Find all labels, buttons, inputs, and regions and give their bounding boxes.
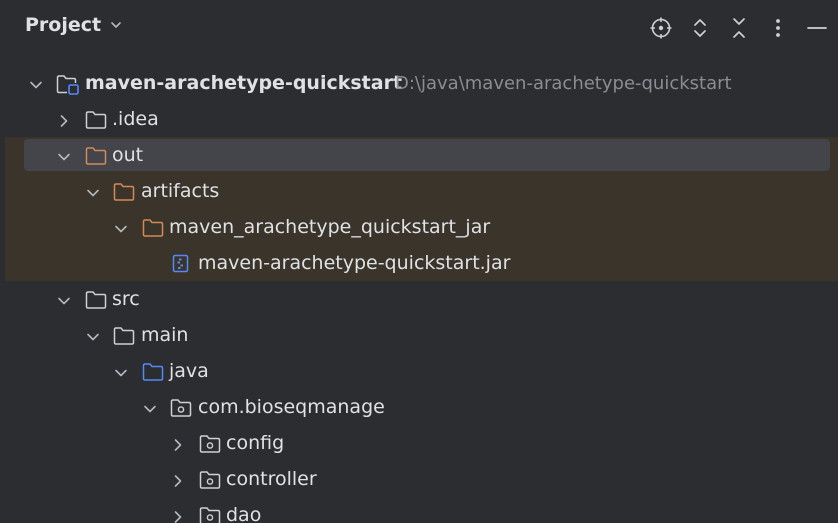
tree-item-label: config (226, 432, 285, 454)
more-options-icon[interactable] (764, 14, 792, 42)
tree-item-label: .idea (112, 108, 159, 130)
chevron-down-icon[interactable] (86, 329, 100, 343)
folder-icon (85, 290, 107, 310)
expand-all-icon[interactable] (686, 14, 714, 42)
chevron-right-icon[interactable] (57, 113, 71, 127)
package-icon (199, 470, 221, 490)
tree-item-label: com.bioseqmanage (198, 396, 385, 418)
package-icon (170, 398, 192, 418)
minimize-icon[interactable] (803, 14, 831, 42)
excluded-folder-icon (142, 218, 164, 238)
tree-item-path: D:\java\maven-arachetype-quickstart (395, 73, 732, 94)
folder-icon (113, 326, 135, 346)
chevron-right-icon[interactable] (171, 473, 185, 487)
package-icon (199, 506, 221, 523)
tree-item-label: src (112, 288, 140, 310)
chevron-right-icon[interactable] (171, 509, 185, 523)
project-tool-window-header: Project (0, 0, 838, 56)
tree-item-artifacts[interactable]: artifacts (0, 174, 838, 210)
tree-item-label: maven_arachetype_quickstart_jar (169, 216, 491, 238)
folder-icon (85, 110, 107, 130)
tree-item-label: artifacts (141, 180, 220, 202)
module-folder-icon (56, 74, 79, 95)
chevron-down-icon[interactable] (114, 221, 128, 235)
chevron-down-icon[interactable] (114, 365, 128, 379)
tree-item-src[interactable]: src (0, 282, 838, 318)
tree-item-label: maven-arachetype-quickstart (85, 72, 403, 94)
tree-item-main[interactable]: main (0, 318, 838, 354)
tree-item-package-root[interactable]: com.bioseqmanage (0, 390, 838, 426)
tree-item-label: java (169, 360, 209, 382)
tree-item-controller[interactable]: controller (0, 462, 838, 498)
tool-window-title: Project (25, 14, 102, 36)
chevron-down-icon[interactable] (57, 149, 71, 163)
chevron-down-icon[interactable] (29, 77, 43, 91)
tree-item-idea[interactable]: .idea (0, 102, 838, 138)
tree-item-label: dao (226, 504, 262, 523)
package-icon (199, 434, 221, 454)
chevron-down-icon[interactable] (57, 293, 71, 307)
tree-item-java[interactable]: java (0, 354, 838, 390)
locate-icon[interactable] (647, 14, 675, 42)
tree-item-label: main (141, 324, 189, 346)
tree-item-label: maven-arachetype-quickstart.jar (198, 252, 511, 274)
tree-item-label: controller (226, 468, 317, 490)
collapse-all-icon[interactable] (725, 14, 753, 42)
chevron-down-icon[interactable] (86, 185, 100, 199)
tree-item-root-module[interactable]: maven-arachetype-quickstart D:\java\mave… (0, 66, 838, 102)
source-folder-icon (142, 362, 164, 382)
jar-file-icon (172, 254, 190, 274)
tree-item-artifact-jar-folder[interactable]: maven_arachetype_quickstart_jar (0, 210, 838, 246)
tree-item-out[interactable]: out (0, 138, 838, 174)
tree-item-label: out (112, 144, 144, 166)
excluded-folder-icon (85, 146, 107, 166)
excluded-folder-icon (113, 182, 135, 202)
tree-item-dao[interactable]: dao (0, 498, 838, 523)
chevron-down-icon (109, 18, 123, 32)
chevron-right-icon[interactable] (171, 437, 185, 451)
tree-item-config[interactable]: config (0, 426, 838, 462)
chevron-down-icon[interactable] (143, 401, 157, 415)
tree-item-jar-file[interactable]: maven-arachetype-quickstart.jar (0, 246, 838, 282)
project-view-selector[interactable]: Project (25, 14, 123, 36)
